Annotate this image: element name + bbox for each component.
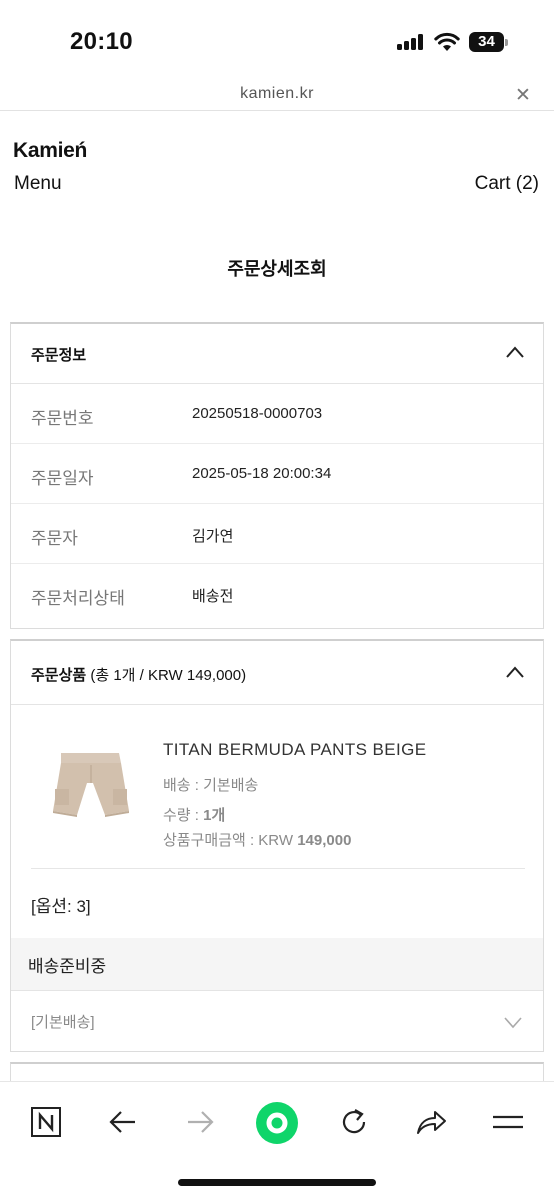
battery-level: 34	[469, 32, 504, 52]
order-number-label: 주문번호	[31, 409, 94, 428]
site-logo[interactable]: Kamień	[13, 139, 87, 163]
home-indicator[interactable]	[178, 1179, 376, 1186]
chevron-up-icon[interactable]	[505, 345, 525, 359]
share-icon[interactable]	[409, 1100, 453, 1144]
cart-link[interactable]: Cart (2)	[475, 173, 539, 195]
shipping-type-text: [기본배송]	[31, 1014, 95, 1031]
status-time: 20:10	[70, 28, 133, 55]
product-item: TITAN BERMUDA PANTS BEIGE 배송 : 기본배송 수량 :…	[11, 705, 543, 870]
order-products-panel: 주문상품 (총 1개 / KRW 149,000) TITAN BERMUDA …	[10, 639, 544, 1052]
order-status-row: 주문처리상태 배송전	[11, 564, 543, 624]
wifi-icon	[434, 32, 460, 51]
orderer-label: 주문자	[31, 529, 78, 548]
product-image[interactable]	[41, 737, 141, 837]
signal-icon	[397, 34, 423, 50]
green-dot-icon[interactable]	[254, 1100, 300, 1146]
battery-icon: 34	[469, 32, 509, 52]
order-status-value: 배송전	[192, 588, 234, 605]
order-date-value: 2025-05-18 20:00:34	[192, 465, 332, 482]
shipping-type-row[interactable]: [기본배송]	[11, 990, 543, 1050]
product-quantity-label: 수량 :	[163, 807, 204, 824]
order-products-summary: (총 1개 / KRW 149,000)	[90, 667, 247, 684]
naver-icon[interactable]	[24, 1100, 68, 1144]
status-bar: 20:10 34	[0, 0, 554, 78]
order-products-header[interactable]: 주문상품 (총 1개 / KRW 149,000)	[11, 641, 543, 705]
order-info-header[interactable]: 주문정보	[11, 324, 543, 384]
shipping-prep-status-text: 배송준비중	[28, 957, 107, 976]
order-products-title: 주문상품 (총 1개 / KRW 149,000)	[31, 664, 246, 685]
reload-icon[interactable]	[332, 1100, 376, 1144]
close-icon[interactable]: ✕	[515, 84, 531, 107]
product-quantity: 수량 : 1개	[163, 804, 225, 825]
order-products-title-text: 주문상품	[31, 667, 87, 684]
order-number-row: 주문번호 20250518-0000703	[11, 384, 543, 444]
order-date-row: 주문일자 2025-05-18 20:00:34	[11, 444, 543, 504]
url-bar[interactable]: kamien.kr ✕	[0, 78, 554, 111]
product-option-text: [옵션: 3]	[31, 897, 91, 916]
product-price: 상품구매금액 : KRW 149,000	[163, 829, 351, 850]
forward-icon[interactable]	[178, 1100, 222, 1144]
menu-icon[interactable]	[486, 1100, 530, 1144]
order-status-label: 주문처리상태	[31, 589, 125, 608]
product-price-label: 상품구매금액 : KRW	[163, 832, 298, 849]
chevron-up-icon[interactable]	[505, 665, 525, 679]
product-shipping: 배송 : 기본배송	[163, 777, 259, 794]
order-date-label: 주문일자	[31, 469, 94, 488]
product-name[interactable]: TITAN BERMUDA PANTS BEIGE	[163, 740, 426, 760]
shipping-prep-status: 배송준비중	[11, 938, 543, 990]
back-icon[interactable]	[101, 1100, 145, 1144]
page-title: 주문상세조회	[227, 259, 327, 279]
orderer-value: 김가연	[192, 528, 234, 545]
product-divider	[31, 868, 525, 869]
menu-link[interactable]: Menu	[14, 173, 62, 195]
product-price-value: 149,000	[297, 832, 352, 849]
chevron-down-icon[interactable]	[503, 1015, 523, 1029]
product-quantity-value: 1개	[203, 807, 226, 824]
product-option: [옵션: 3]	[11, 870, 543, 938]
orderer-row: 주문자 김가연	[11, 504, 543, 564]
order-number-value: 20250518-0000703	[192, 405, 323, 422]
order-info-title: 주문정보	[31, 347, 87, 364]
order-info-panel: 주문정보 주문번호 20250518-0000703 주문일자 2025-05-…	[10, 322, 544, 629]
url-text[interactable]: kamien.kr	[0, 85, 554, 103]
next-panel	[10, 1062, 544, 1082]
